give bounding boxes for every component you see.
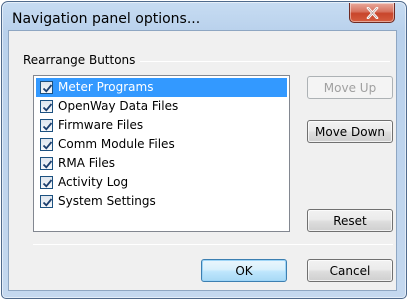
list-item[interactable]: System Settings	[36, 192, 287, 211]
group-label: Rearrange Buttons	[23, 53, 136, 67]
checkbox[interactable]	[40, 100, 53, 113]
list-item-label: Firmware Files	[58, 118, 144, 132]
checkbox[interactable]	[40, 138, 53, 151]
window-title: Navigation panel options...	[12, 11, 201, 27]
close-icon	[366, 7, 379, 19]
checkmark-icon	[42, 122, 53, 131]
group-divider	[140, 61, 390, 62]
list-item-label: RMA Files	[58, 156, 116, 170]
list-item-label: Comm Module Files	[58, 137, 175, 151]
buttons-listbox[interactable]: Meter Programs OpenWay Data Files Firmwa…	[33, 75, 290, 232]
list-item[interactable]: Meter Programs	[36, 78, 287, 97]
list-item[interactable]: Activity Log	[36, 173, 287, 192]
checkbox[interactable]	[40, 81, 53, 94]
list-item[interactable]: OpenWay Data Files	[36, 97, 287, 116]
list-item[interactable]: Comm Module Files	[36, 135, 287, 154]
close-button[interactable]	[349, 3, 395, 23]
checkmark-icon	[42, 160, 53, 169]
list-item-label: Activity Log	[58, 175, 129, 189]
cancel-button[interactable]: Cancel	[307, 259, 393, 282]
footer-separator	[33, 244, 393, 245]
checkmark-icon	[42, 198, 53, 207]
checkbox[interactable]	[40, 157, 53, 170]
checkbox[interactable]	[40, 176, 53, 189]
list-item[interactable]: RMA Files	[36, 154, 287, 173]
ok-button[interactable]: OK	[201, 259, 287, 282]
checkmark-icon	[42, 141, 53, 150]
checkbox[interactable]	[40, 119, 53, 132]
checkbox[interactable]	[40, 195, 53, 208]
list-item[interactable]: Firmware Files	[36, 116, 287, 135]
list-item-label: OpenWay Data Files	[58, 99, 179, 113]
checkmark-icon	[42, 103, 53, 112]
move-up-button[interactable]: Move Up	[307, 76, 393, 99]
checkmark-icon	[42, 179, 53, 188]
move-down-button[interactable]: Move Down	[307, 120, 393, 143]
reset-button[interactable]: Reset	[307, 209, 393, 232]
list-item-label: Meter Programs	[58, 80, 154, 94]
list-item-label: System Settings	[58, 194, 156, 208]
checkmark-icon	[42, 84, 53, 93]
